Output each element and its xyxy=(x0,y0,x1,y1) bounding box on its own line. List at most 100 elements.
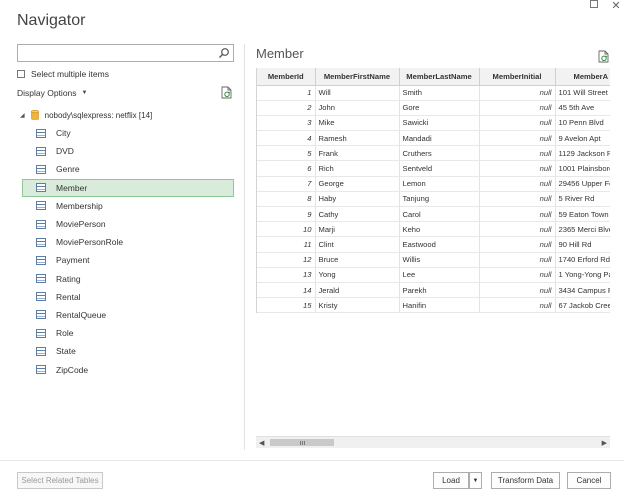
table-cell: null xyxy=(479,282,556,299)
table-item[interactable]: RentalQueue xyxy=(22,306,234,324)
table-item[interactable]: Member xyxy=(22,178,234,197)
scroll-left-icon[interactable]: ◀ xyxy=(259,439,264,447)
table-cell: 8 xyxy=(257,191,316,208)
table-cell: 2 xyxy=(257,100,316,116)
horizontal-scrollbar[interactable]: ◀ ▶ xyxy=(256,436,610,448)
table-row[interactable]: 6 Rich Sentveld null 1001 Plainsbord xyxy=(257,160,610,177)
table-cell: Will xyxy=(315,85,400,101)
column-header[interactable]: MemberInitial xyxy=(479,68,556,86)
table-row[interactable]: 14 Jerald Parekh null 3434 Campus R xyxy=(257,282,610,299)
table-item[interactable]: MoviePerson xyxy=(22,215,234,233)
table-row[interactable]: 5FrankCruthersnull1129 Jackson Ro xyxy=(257,145,610,162)
search-input[interactable] xyxy=(17,44,234,62)
table-item[interactable]: Rental xyxy=(22,288,234,306)
table-item[interactable]: Payment xyxy=(22,251,234,269)
table-item-label: Payment xyxy=(56,255,90,266)
table-cell: Eastwood xyxy=(399,236,480,253)
table-item-label: Genre xyxy=(56,164,80,175)
load-dropdown-button[interactable]: ▼ xyxy=(469,472,482,489)
table-icon xyxy=(36,201,46,211)
table-icon xyxy=(36,365,46,375)
table-item[interactable]: DVD xyxy=(22,142,234,160)
column-header[interactable]: MemberId xyxy=(257,68,316,86)
table-cell: 6 xyxy=(257,160,316,177)
table-row[interactable]: 7 George Lemon null 29456 Upper Fe xyxy=(257,176,610,192)
table-item[interactable]: ZipCode xyxy=(22,360,234,378)
table-cell: 1 xyxy=(257,85,316,101)
table-cell: Frank xyxy=(315,145,400,162)
expand-triangle-icon[interactable]: ◢ xyxy=(20,112,25,119)
table-item[interactable]: Genre xyxy=(22,160,234,178)
table-cell: null xyxy=(479,267,556,283)
table-item[interactable]: Rating xyxy=(22,270,234,288)
column-header[interactable]: MemberFirstName xyxy=(315,68,400,86)
scroll-thumb[interactable] xyxy=(270,439,334,446)
refresh-icon[interactable] xyxy=(221,86,233,99)
table-cell: 3434 Campus R xyxy=(555,282,610,299)
display-options-dropdown[interactable]: Display Options ▼ xyxy=(17,88,87,98)
table-item[interactable]: MoviePersonRole xyxy=(22,233,234,251)
display-options-label: Display Options xyxy=(17,88,77,98)
table-row[interactable]: 2 John Gore null 45 5th Ave xyxy=(257,100,610,116)
table-item-label: Member xyxy=(56,182,88,193)
preview-table: MemberId MemberFirstName MemberLastName Mem… xyxy=(257,68,610,313)
header-row: MemberId MemberFirstName MemberLastName Mem… xyxy=(257,68,610,86)
table-item[interactable]: City xyxy=(22,124,234,142)
table-cell: 4 xyxy=(257,130,316,147)
table-icon xyxy=(36,128,46,138)
preview-grid[interactable]: MemberId MemberFirstName MemberLastName Mem… xyxy=(256,68,610,313)
table-row[interactable]: 9 Cathy Carol null 59 Eaton Town xyxy=(257,206,610,223)
table-cell: null xyxy=(479,252,556,268)
table-cell: null xyxy=(479,160,556,177)
table-row[interactable]: 4 Ramesh Mandadi null 9 Avelon Apt xyxy=(257,130,610,147)
table-item-label: DVD xyxy=(56,146,74,157)
column-header[interactable]: MemberA xyxy=(555,68,610,86)
table-cell: null xyxy=(479,176,556,192)
table-cell: Gore xyxy=(399,100,480,116)
table-cell: 45 5th Ave xyxy=(555,100,610,116)
table-row[interactable]: 12 Bruce Willis null 1740 Erford Rd xyxy=(257,252,610,268)
column-header[interactable]: MemberLastName xyxy=(399,68,480,86)
table-row[interactable]: 15 Kristy Hanifin null 67 Jackob Creek xyxy=(257,297,610,313)
table-cell: 29456 Upper Fe xyxy=(555,176,610,192)
table-icon xyxy=(36,310,46,320)
load-button[interactable]: Load xyxy=(433,472,469,489)
database-node[interactable]: ◢ nobody\sqlexpress: netflix [14] xyxy=(20,110,152,120)
table-row[interactable]: 1 Will Smith null 101 Will Street xyxy=(257,85,610,101)
table-cell: 3 xyxy=(257,115,316,132)
select-multiple-checkbox[interactable] xyxy=(17,70,25,78)
table-cell: Jerald xyxy=(315,282,400,299)
table-icon xyxy=(36,328,46,338)
maximize-icon[interactable] xyxy=(588,0,600,10)
table-cell: Mandadi xyxy=(399,130,480,147)
table-row[interactable]: 13 Yong Lee null 1 Yong-Yong Pa xyxy=(257,267,610,283)
table-row[interactable]: 11 Clint Eastwood null 90 Hill Rd xyxy=(257,236,610,253)
table-cell: Lemon xyxy=(399,176,480,192)
preview-refresh-icon[interactable] xyxy=(598,50,610,63)
table-cell: Tanjung xyxy=(399,191,480,208)
cancel-button[interactable]: Cancel xyxy=(567,472,611,489)
table-item[interactable]: State xyxy=(22,342,234,360)
table-cell: Sentveld xyxy=(399,160,480,177)
table-cell: null xyxy=(479,85,556,101)
search-icon[interactable] xyxy=(218,47,230,59)
table-cell: null xyxy=(479,115,556,132)
table-item[interactable]: Membership xyxy=(22,197,234,215)
table-row[interactable]: 8 Haby Tanjung null 5 River Rd xyxy=(257,191,610,208)
table-row[interactable]: 3 Mike Sawicki null 10 Penn Blvd xyxy=(257,115,610,132)
table-cell: 59 Eaton Town xyxy=(555,206,610,223)
table-cell: 10 Penn Blvd xyxy=(555,115,610,132)
table-item-label: City xyxy=(56,128,71,139)
close-icon[interactable]: ✕ xyxy=(610,0,622,12)
table-cell: Ramesh xyxy=(315,130,400,147)
scroll-right-icon[interactable]: ▶ xyxy=(602,439,607,447)
select-related-tables-button[interactable]: Select Related Tables xyxy=(17,472,103,489)
transform-data-button[interactable]: Transform Data xyxy=(491,472,560,489)
table-cell: Kristy xyxy=(315,297,400,313)
table-cell: null xyxy=(479,145,556,162)
table-cell: George xyxy=(315,176,400,192)
select-multiple-option[interactable]: Select multiple items xyxy=(17,69,109,79)
table-item[interactable]: Role xyxy=(22,324,234,342)
table-row[interactable]: 10 Marji Keho null 2365 Merci Blvc xyxy=(257,221,610,238)
table-cell: null xyxy=(479,206,556,223)
